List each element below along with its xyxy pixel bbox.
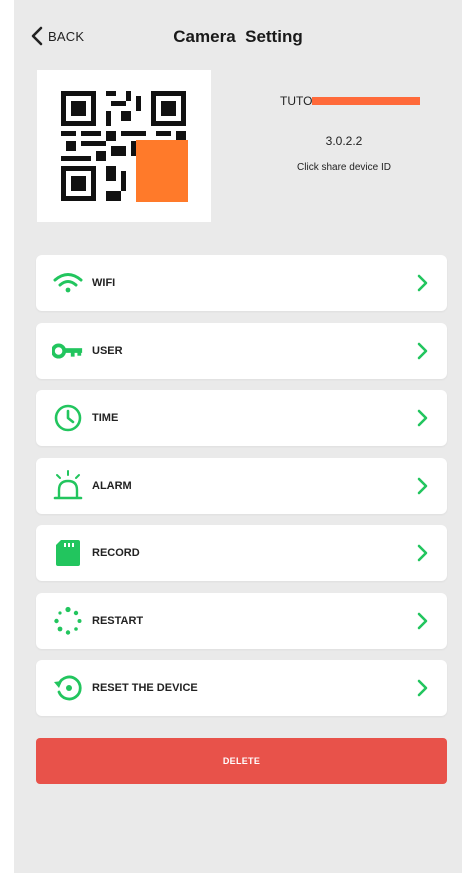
redaction-bar xyxy=(312,97,420,105)
menu-item-record[interactable]: RECORD xyxy=(36,525,447,581)
top-bar: BACK Camera Setting xyxy=(14,0,462,70)
menu-item-alarm[interactable]: ALARM xyxy=(36,457,447,514)
menu-item-user[interactable]: USER xyxy=(36,322,447,379)
key-icon xyxy=(52,335,84,367)
restart-dots-icon xyxy=(52,605,84,637)
menu-item-label: ALARM xyxy=(92,479,132,492)
chevron-right-icon xyxy=(417,477,428,494)
menu-item-time[interactable]: TIME xyxy=(36,390,447,446)
alarm-siren-icon xyxy=(52,469,84,502)
device-qr-code[interactable] xyxy=(37,70,211,222)
menu-item-restart[interactable]: RESTART xyxy=(36,592,447,649)
firmware-version: 3.0.2.2 xyxy=(325,134,363,148)
menu-item-label: TIME xyxy=(92,412,119,424)
sd-card-icon xyxy=(52,537,84,569)
clock-icon xyxy=(52,402,84,434)
share-device-id-link[interactable]: Click share device ID xyxy=(264,162,424,173)
chevron-right-icon xyxy=(417,679,428,697)
menu-item-reset-device[interactable]: RESET THE DEVICE xyxy=(36,660,447,716)
menu-item-label: RESTART xyxy=(92,614,144,627)
delete-button[interactable]: DELETE xyxy=(36,738,447,784)
chevron-right-icon xyxy=(417,612,428,629)
menu-item-label: RECORD xyxy=(92,547,140,559)
menu-item-wifi[interactable]: WIFI xyxy=(36,255,447,311)
chevron-right-icon xyxy=(417,409,428,427)
device-name: TUTO xyxy=(280,94,313,108)
chevron-right-icon xyxy=(417,342,428,359)
device-info: TUTO 3.0.2.2 Click share device ID xyxy=(264,94,424,173)
chevron-right-icon xyxy=(417,274,428,292)
menu-item-label: WIFI xyxy=(92,277,116,289)
wifi-icon xyxy=(52,267,84,299)
menu-item-label: USER xyxy=(92,344,123,357)
page-title: Camera Setting xyxy=(173,27,303,46)
device-name-row: TUTO xyxy=(264,94,424,110)
camera-setting-screen: BACK Camera Setting TUTO 3.0.2.2 Click s… xyxy=(14,0,462,873)
menu-item-label: RESET THE DEVICE xyxy=(92,682,198,694)
reset-icon xyxy=(52,672,84,704)
redaction-block xyxy=(136,140,188,202)
settings-menu: WIFI USER TIME ALARM RECORD RESTART RESE… xyxy=(36,255,447,728)
chevron-right-icon xyxy=(417,544,428,562)
